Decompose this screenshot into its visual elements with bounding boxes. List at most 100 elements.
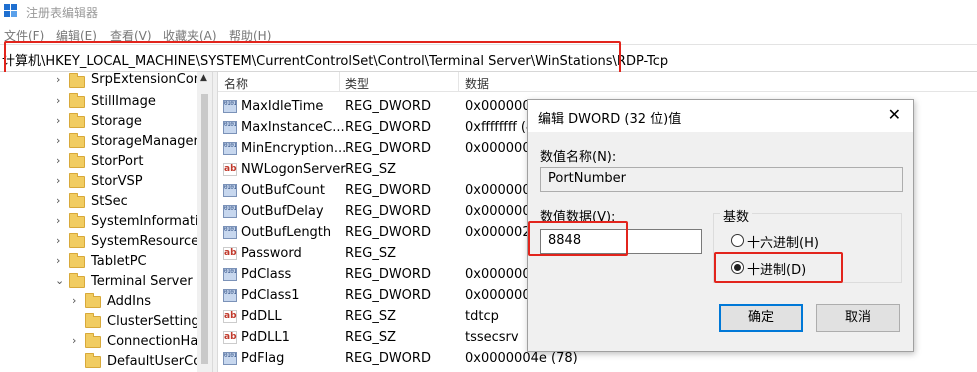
chevron-right-icon[interactable]: › [72,294,76,307]
dialog-title-bar: 编辑 DWORD (32 位)值 ✕ [528,100,913,132]
chevron-down-icon[interactable]: ⌄ [55,274,64,287]
folder-icon [69,273,85,288]
chevron-right-icon[interactable]: › [56,94,60,107]
folder-icon [69,73,85,88]
tree-item[interactable]: DefaultUserCor [0,352,212,372]
tree-item[interactable]: › TabletPC [0,252,212,272]
window-title: 注册表编辑器 [26,6,99,20]
string-value-icon: ab [223,331,237,344]
tree-item[interactable]: › StorPort [0,152,212,172]
address-path[interactable]: 计算机\HKEY_LOCAL_MACHINE\SYSTEM\CurrentCon… [2,50,668,69]
title-bar: 注册表编辑器 [0,0,977,24]
cell-data: 0x0000004e (78) [465,351,578,366]
tree-item[interactable]: ClusterSettings [0,312,212,332]
cell-type: REG_SZ [345,309,396,324]
folder-icon [85,293,101,308]
menu-view[interactable]: 查看(V) [110,27,152,44]
cell-name: MinEncryption... [241,141,347,156]
binary-value-icon: 0101 [223,352,237,365]
cell-type: REG_DWORD [345,225,431,240]
cell-type: REG_DWORD [345,183,431,198]
cell-type: REG_DWORD [345,267,431,282]
cell-data: tssecsrv [465,330,519,345]
chevron-right-icon[interactable]: › [56,114,60,127]
chevron-right-icon[interactable]: › [56,254,60,267]
tree-item[interactable]: › StillImage [0,92,212,112]
tree-item-label: ConnectionHan [107,334,207,349]
tree-item-terminal-server[interactable]: ⌄ Terminal Server [0,272,212,292]
tree-item[interactable]: › ConnectionHan [0,332,212,352]
tree-item[interactable]: › Storage [0,112,212,132]
chevron-right-icon[interactable]: › [56,154,60,167]
column-data-header[interactable]: 数据 [465,75,489,92]
chevron-right-icon[interactable]: › [56,174,60,187]
chevron-right-icon[interactable]: › [56,73,60,86]
cell-name: MaxInstanceC... [241,120,345,135]
value-name-field[interactable]: PortNumber [540,167,903,192]
radio-decimal[interactable] [731,261,744,274]
cell-name: PdDLL [241,309,282,324]
tree-item[interactable]: › StSec [0,192,212,212]
address-bar[interactable]: 计算机\HKEY_LOCAL_MACHINE\SYSTEM\CurrentCon… [0,44,977,72]
menu-help[interactable]: 帮助(H) [229,27,271,44]
tree-item-label: DefaultUserCor [107,354,207,369]
chevron-right-icon[interactable]: › [72,334,76,347]
radio-hex-label[interactable]: 十六进制(H) [747,232,819,251]
tree-item[interactable]: › SystemInformatio [0,212,212,232]
chevron-right-icon[interactable]: › [56,194,60,207]
tree-pane[interactable]: › SrpExtensionConf › StillImage › Storag… [0,72,212,372]
binary-value-icon: 0101 [223,100,237,113]
menu-file[interactable]: 文件(F) [4,27,44,44]
ok-button[interactable]: 确定 [719,304,803,332]
folder-icon [69,93,85,108]
menu-edit[interactable]: 编辑(E) [56,27,97,44]
tree-item[interactable]: › StorVSP [0,172,212,192]
binary-value-icon: 0101 [223,142,237,155]
string-value-icon: ab [223,247,237,260]
close-icon[interactable]: ✕ [888,105,901,124]
folder-icon [69,193,85,208]
string-value-icon: ab [223,163,237,176]
folder-icon [69,213,85,228]
tree-item-label: SystemInformatio [91,214,207,229]
cancel-button[interactable]: 取消 [816,304,900,332]
tree-item-label: ClusterSettings [107,314,207,329]
binary-value-icon: 0101 [223,289,237,302]
cell-type: REG_DWORD [345,288,431,303]
tree-item[interactable]: › SrpExtensionConf [0,72,212,92]
tree-item-label: StillImage [91,94,156,109]
scroll-up-icon[interactable]: ▲ [200,73,207,83]
column-divider[interactable] [339,72,340,92]
chevron-right-icon[interactable]: › [56,214,60,227]
cell-name: OutBufCount [241,183,325,198]
folder-icon [69,233,85,248]
tree-item[interactable]: › SystemResources [0,232,212,252]
tree-item[interactable]: › AddIns [0,292,212,312]
dialog-title: 编辑 DWORD (32 位)值 [538,112,682,127]
tree-item-label: StSec [91,194,128,209]
tree-item[interactable]: › StorageManagem [0,132,212,152]
radio-decimal-label[interactable]: 十进制(D) [747,259,806,278]
folder-icon [69,173,85,188]
chevron-right-icon[interactable]: › [56,234,60,247]
value-data-field[interactable]: 8848 [540,229,702,254]
cell-data: tdtcp [465,309,499,324]
tree-item-label: StorageManagem [91,134,207,149]
cell-name: PdDLL1 [241,330,290,345]
menu-favorites[interactable]: 收藏夹(A) [163,27,217,44]
scrollbar-thumb[interactable] [201,94,208,364]
tree-item-label: SrpExtensionConf [91,72,207,87]
folder-icon [85,353,101,368]
radio-hex[interactable] [731,234,744,247]
cell-type: REG_DWORD [345,204,431,219]
column-divider[interactable] [458,72,459,92]
column-name-header[interactable]: 名称 [224,75,248,92]
cell-name: OutBufLength [241,225,332,240]
cell-name: PdClass [241,267,292,282]
column-type-header[interactable]: 类型 [345,75,369,92]
chevron-right-icon[interactable]: › [56,134,60,147]
tree-item-label: Terminal Server [91,274,193,289]
tree-item-label: TabletPC [91,254,147,269]
tree-scrollbar[interactable]: ▲ [197,72,212,372]
list-header: 名称 类型 数据 [218,72,977,92]
